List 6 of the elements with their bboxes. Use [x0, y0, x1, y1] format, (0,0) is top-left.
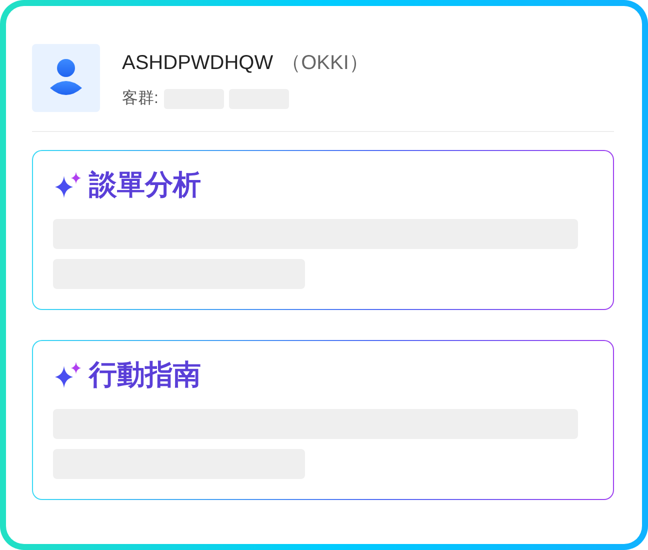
person-icon	[49, 58, 83, 98]
section-title: 行動指南	[89, 357, 201, 393]
section-title: 談單分析	[89, 167, 201, 203]
group-label: 客群:	[122, 88, 158, 109]
customer-name: ASHDPWDHQW	[122, 52, 274, 74]
customer-source: （OKKI）	[281, 52, 369, 74]
